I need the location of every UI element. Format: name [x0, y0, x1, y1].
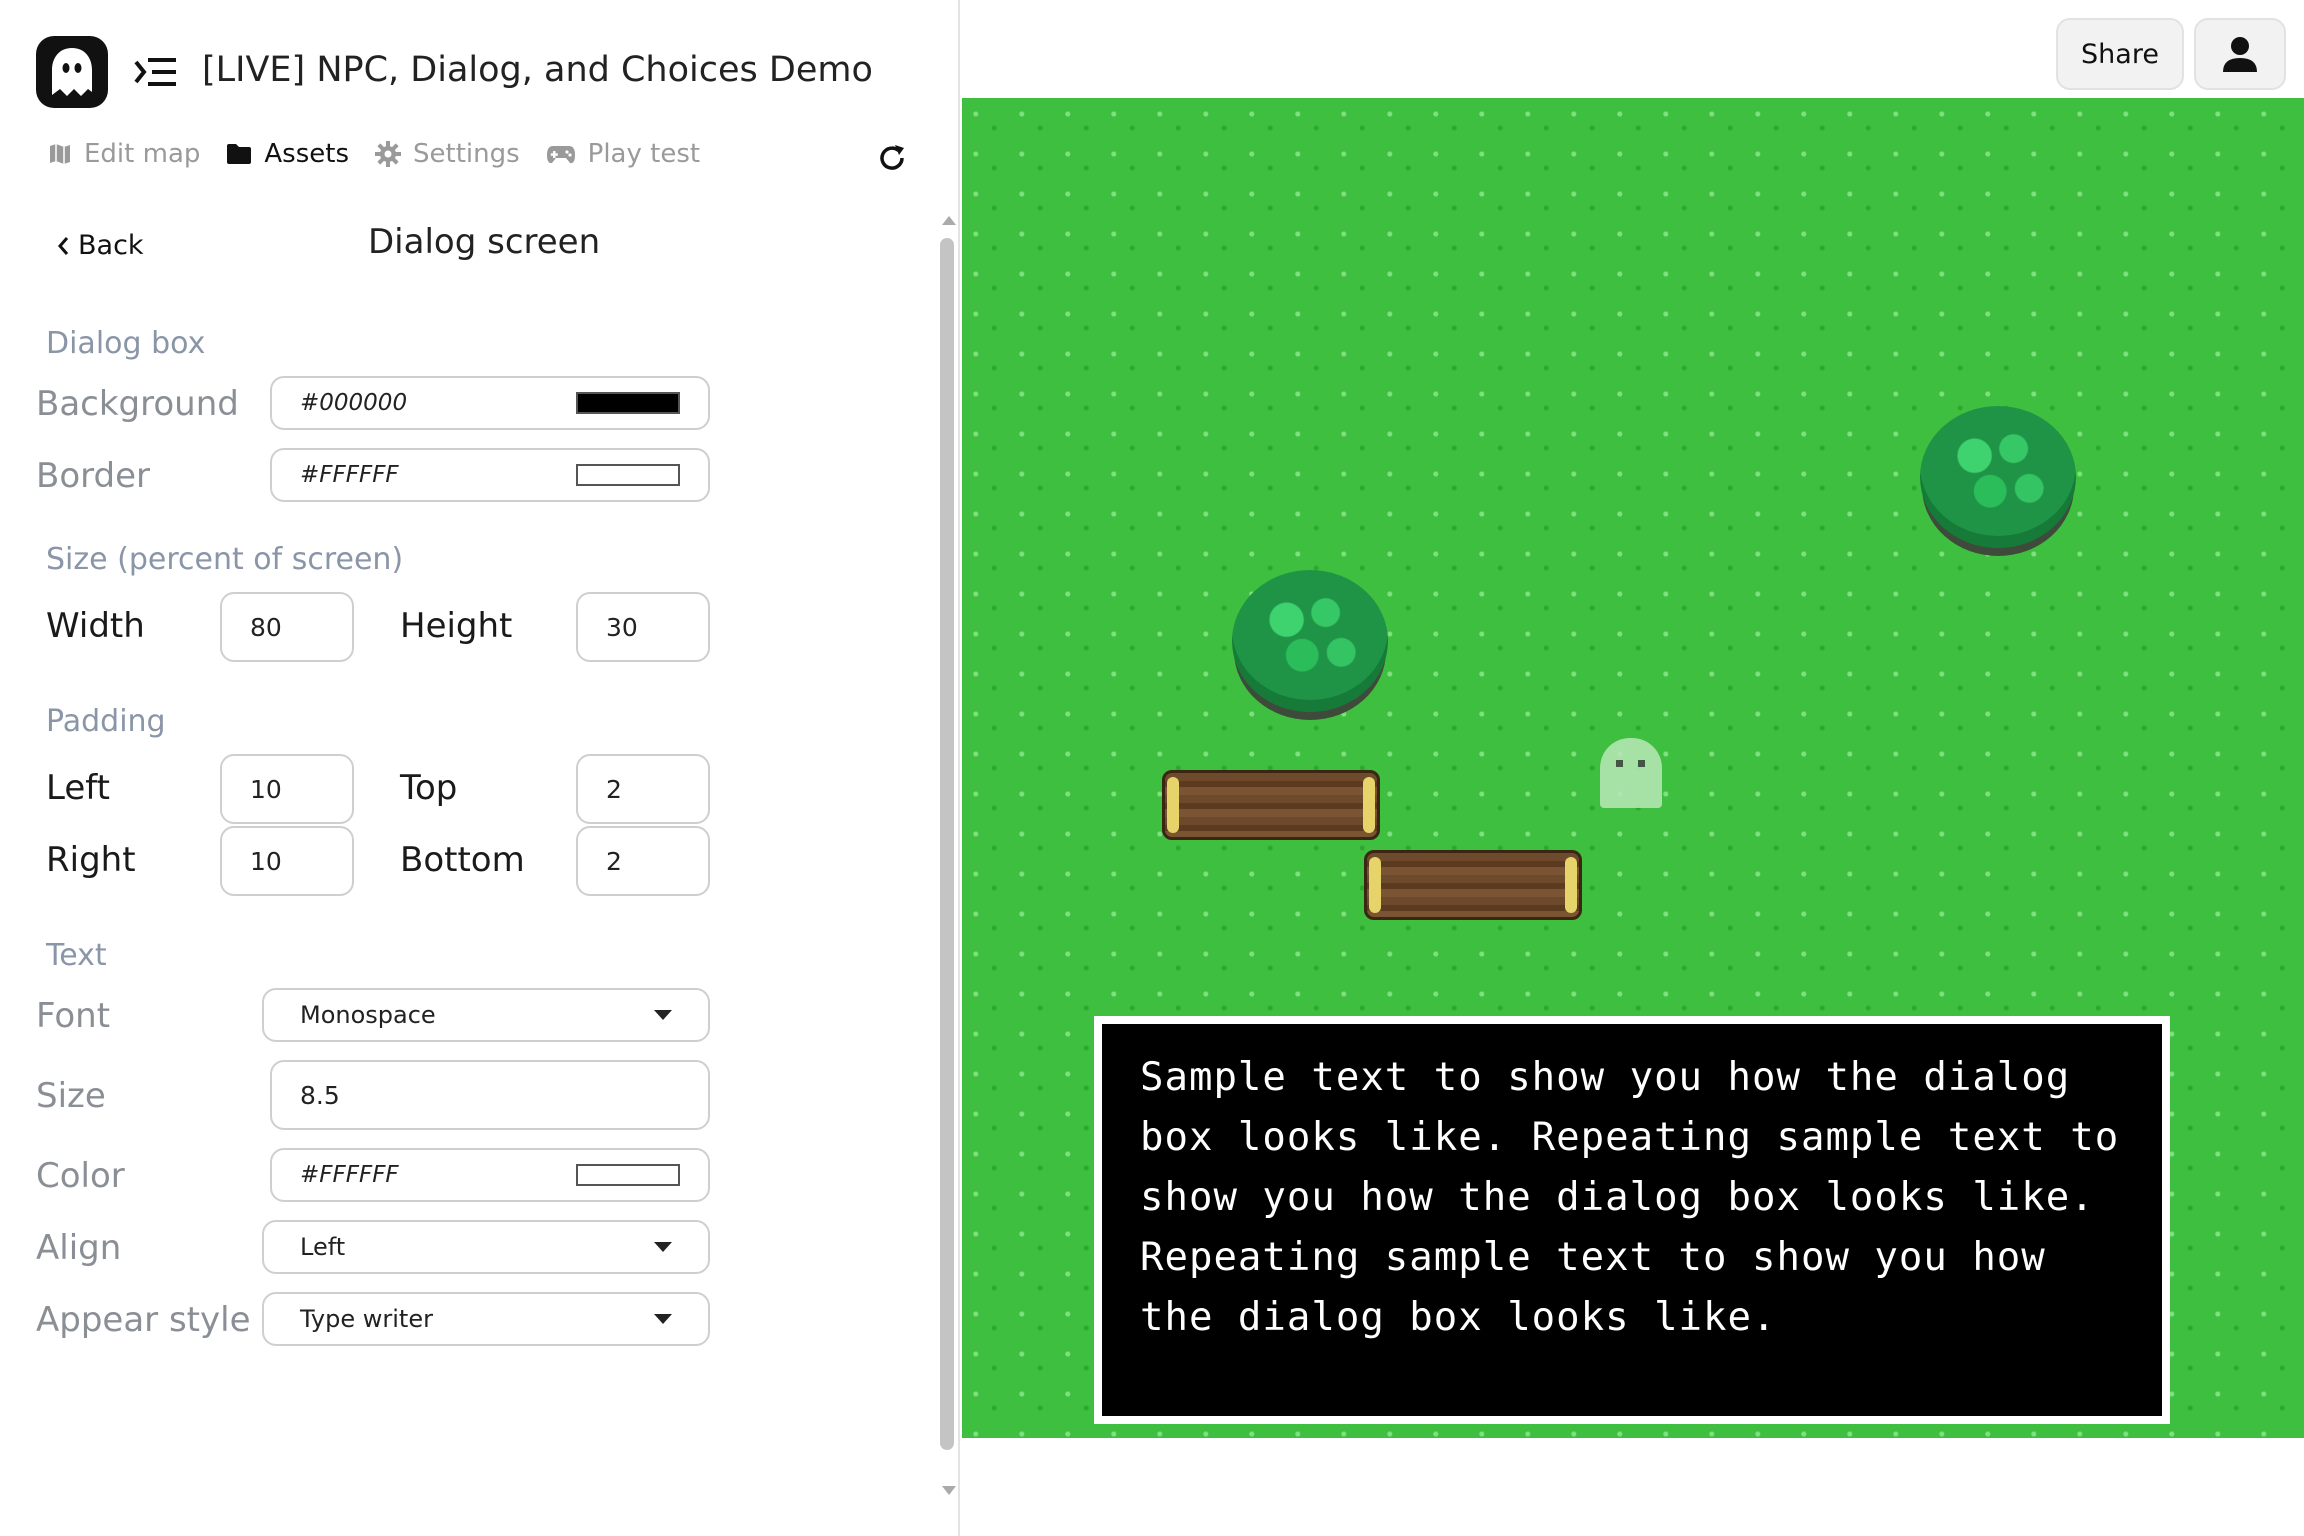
padding-left-label: Left: [46, 768, 110, 808]
padding-top-input[interactable]: 2: [576, 754, 710, 824]
size-heading: Size (percent of screen): [46, 542, 404, 577]
padding-right-input[interactable]: 10: [220, 826, 354, 896]
border-label: Border: [36, 456, 150, 496]
text-size-input[interactable]: 8.5: [270, 1060, 710, 1130]
padding-right-label: Right: [46, 840, 136, 880]
screen-title: Dialog screen: [368, 222, 601, 262]
dialog-box-heading: Dialog box: [46, 326, 206, 361]
ghost-npc-sprite: [1600, 738, 1662, 808]
text-color-swatch[interactable]: [576, 1164, 680, 1186]
height-label: Height: [400, 606, 513, 646]
padding-top-label: Top: [400, 768, 458, 808]
share-button[interactable]: Share: [2056, 18, 2184, 90]
align-label: Align: [36, 1228, 122, 1268]
tab-label: Assets: [264, 139, 350, 169]
font-selected-value: Monospace: [300, 1001, 436, 1029]
font-label: Font: [36, 996, 111, 1036]
align-selected-value: Left: [300, 1233, 346, 1261]
tab-label: Settings: [413, 139, 520, 169]
project-title: [LIVE] NPC, Dialog, and Choices Demo: [202, 50, 873, 90]
app-logo[interactable]: [36, 36, 108, 108]
tree-bush-sprite: [1920, 406, 2076, 548]
chevron-down-icon: [654, 1010, 672, 1020]
border-hex-value: #FFFFFF: [300, 462, 399, 488]
dialog-sample-text: Sample text to show you how the dialog b…: [1140, 1055, 2120, 1340]
align-select[interactable]: Left: [262, 1220, 710, 1274]
gear-icon: [375, 141, 402, 167]
ghost-logo-icon: [52, 48, 92, 96]
width-input[interactable]: 80: [220, 592, 354, 662]
chevron-down-icon: [654, 1242, 672, 1252]
gamepad-icon: [546, 146, 575, 164]
scroll-down-arrow-icon[interactable]: [942, 1486, 956, 1495]
tab-assets[interactable]: Assets: [226, 139, 349, 169]
border-color-input[interactable]: #FFFFFF: [270, 448, 710, 502]
tab-edit-map[interactable]: Edit map: [48, 139, 200, 169]
nav-tabs: Edit map Assets Settings Play test: [48, 134, 726, 174]
text-color-hex-value: #FFFFFF: [300, 1162, 399, 1188]
color-label: Color: [36, 1156, 125, 1196]
background-color-swatch[interactable]: [576, 392, 680, 414]
size-label: Size: [36, 1076, 106, 1116]
account-button[interactable]: [2194, 18, 2286, 90]
chevron-left-icon: [58, 236, 69, 255]
tab-settings[interactable]: Settings: [375, 139, 520, 169]
game-preview-canvas[interactable]: Sample text to show you how the dialog b…: [962, 98, 2304, 1438]
border-color-swatch[interactable]: [576, 464, 680, 486]
back-label: Back: [78, 230, 144, 261]
log-sprite: [1162, 770, 1380, 840]
back-button[interactable]: Back: [56, 230, 144, 261]
folder-icon: [227, 144, 252, 164]
padding-left-input[interactable]: 10: [220, 754, 354, 824]
editor-panel: [LIVE] NPC, Dialog, and Choices Demo Edi…: [0, 0, 960, 1536]
ghost-eye: [1616, 760, 1623, 767]
ghost-eye: [1638, 760, 1645, 767]
width-label: Width: [46, 606, 145, 646]
scroll-up-arrow-icon[interactable]: [942, 216, 956, 225]
map-icon: [50, 144, 70, 164]
padding-bottom-label: Bottom: [400, 840, 525, 880]
text-color-input[interactable]: #FFFFFF: [270, 1148, 710, 1202]
refresh-icon[interactable]: [876, 142, 908, 178]
scrollbar-thumb[interactable]: [940, 238, 954, 1450]
padding-heading: Padding: [46, 704, 166, 739]
tree-bush-sprite: [1232, 570, 1388, 712]
panel-scrollbar[interactable]: [938, 216, 958, 1506]
user-icon: [2223, 37, 2257, 72]
text-heading: Text: [46, 938, 107, 973]
background-color-input[interactable]: #000000: [270, 376, 710, 430]
dialog-box-preview: Sample text to show you how the dialog b…: [1094, 1016, 2170, 1424]
tab-play-test[interactable]: Play test: [546, 139, 700, 169]
tab-label: Edit map: [84, 139, 201, 169]
collapse-menu-icon[interactable]: [134, 56, 178, 92]
font-select[interactable]: Monospace: [262, 988, 710, 1042]
log-sprite: [1364, 850, 1582, 920]
padding-bottom-input[interactable]: 2: [576, 826, 710, 896]
appear-style-selected-value: Type writer: [300, 1305, 433, 1333]
background-hex-value: #000000: [300, 390, 408, 416]
height-input[interactable]: 30: [576, 592, 710, 662]
background-label: Background: [36, 384, 239, 424]
appear-style-label: Appear style: [36, 1300, 251, 1340]
appear-style-select[interactable]: Type writer: [262, 1292, 710, 1346]
chevron-down-icon: [654, 1314, 672, 1324]
tab-label: Play test: [587, 139, 701, 169]
